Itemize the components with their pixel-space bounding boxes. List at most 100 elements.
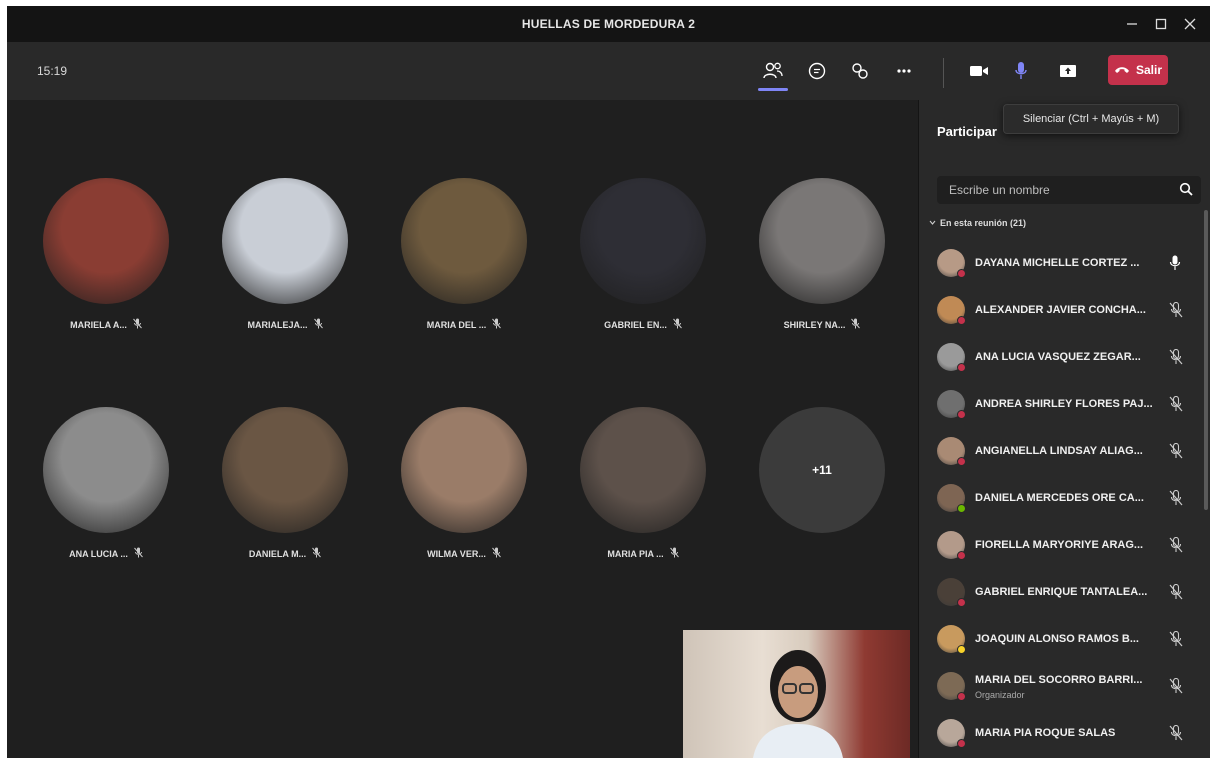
participant-row[interactable]: ANDREA SHIRLEY FLORES PAJ... [919,381,1210,428]
muted-mic-icon [491,547,501,560]
presence-status [957,551,966,560]
participant-avatar [580,178,706,304]
maximize-button[interactable] [1148,11,1174,37]
participant-name: GABRIEL ENRIQUE TANTALEA... [975,586,1148,598]
participant-row[interactable]: JOAQUIN ALONSO RAMOS B... [919,616,1210,663]
participant-row[interactable]: ANA LUCIA VASQUEZ ZEGAR... [919,334,1210,381]
participant-avatar [580,407,706,533]
muted-mic-icon[interactable] [1169,442,1183,464]
video-tile[interactable]: ANA LUCIA ... [41,407,171,560]
participant-name: ANGIANELLA LINDSAY ALIAG... [975,445,1143,457]
presence-status [957,363,966,372]
section-label: En esta reunión (21) [940,218,1027,228]
teams-meeting-window: HUELLAS DE MORDEDURA 2 15:19 Salir Silen… [7,6,1210,758]
participant-avatar [401,178,527,304]
presence-status [957,504,966,513]
participant-row[interactable]: GABRIEL ENRIQUE TANTALEA... [919,569,1210,616]
close-icon [1184,18,1196,30]
people-icon [763,62,783,79]
video-tile[interactable]: SHIRLEY NA... [757,178,887,331]
presence-status [957,598,966,607]
muted-mic-icon[interactable] [1169,348,1183,370]
search-icon[interactable] [1179,182,1193,196]
more-count: +11 [759,407,885,533]
participants-button[interactable] [756,54,790,91]
muted-mic-icon [133,318,142,331]
hang-up-icon [1114,67,1129,73]
chevron-down-icon [929,220,936,225]
leave-button[interactable]: Salir [1108,55,1168,85]
panel-scrollbar[interactable] [1204,210,1208,510]
muted-mic-icon[interactable] [1169,489,1183,511]
tile-label: ANA LUCIA ... [41,547,171,560]
muted-mic-icon[interactable] [1169,677,1183,699]
participant-avatar [759,178,885,304]
in-meeting-section-toggle[interactable]: En esta reunión (21) [929,218,1026,228]
search-input[interactable] [937,176,1167,204]
participant-avatar [43,407,169,533]
share-screen-icon [1060,65,1076,77]
self-video-preview[interactable] [683,630,910,758]
video-tile[interactable]: MARIA DEL ... [399,178,529,331]
muted-mic-icon[interactable] [1169,536,1183,558]
muted-mic-icon [313,318,323,331]
participant-row[interactable]: ANGIANELLA LINDSAY ALIAG... [919,428,1210,475]
muted-mic-icon[interactable] [1169,583,1183,605]
muted-mic-icon [134,547,143,560]
tile-label: SHIRLEY NA... [757,318,887,331]
panel-title: Participar [937,124,997,139]
participant-row[interactable]: MARIA PIA ROQUE SALAS [919,710,1210,757]
tile-label: MARIA PIA ... [578,547,708,560]
muted-mic-icon[interactable] [1169,724,1183,746]
participant-name: FIORELLA MARYORIYE ARAG... [975,539,1144,551]
tile-label: WILMA VER... [399,547,529,560]
mute-tooltip: Silenciar (Ctrl + Mayús + M) [1003,104,1179,134]
chat-icon [808,62,826,80]
presence-status [957,457,966,466]
video-tile[interactable]: DANIELA M... [220,407,350,560]
participant-avatar [401,407,527,533]
muted-mic-icon [669,547,679,560]
presence-status [957,410,966,419]
microphone-icon[interactable] [1169,255,1181,276]
more-actions-button[interactable] [887,54,921,88]
participant-role: Organizador [975,690,1025,700]
close-window-button[interactable] [1177,11,1203,37]
video-tile[interactable]: MARIELA A... [41,178,171,331]
participant-row[interactable]: ALEXANDER JAVIER CONCHA... [919,287,1210,334]
video-tile[interactable]: MARIA PIA ... [578,407,708,560]
muted-mic-icon [673,318,682,331]
video-tile[interactable]: WILMA VER... [399,407,529,560]
participant-row[interactable]: DAYANA MICHELLE CORTEZ ... [919,240,1210,287]
tile-name: GABRIEL EN... [604,319,667,330]
participant-name: ALEXANDER JAVIER CONCHA... [975,304,1146,316]
participant-row[interactable]: FIORELLA MARYORIYE ARAG... [919,522,1210,569]
camera-icon [970,66,988,76]
reactions-button[interactable] [843,54,877,88]
participant-name: ANA LUCIA VASQUEZ ZEGAR... [975,351,1141,363]
participant-list: DAYANA MICHELLE CORTEZ ... ALEXANDER JAVI… [919,240,1210,757]
muted-mic-icon[interactable] [1169,395,1183,417]
muted-mic-icon[interactable] [1169,301,1183,323]
video-tile[interactable]: MARIALEJA... [220,178,350,331]
participant-row[interactable]: MARIA DEL SOCORRO BARRI... Organizador [919,663,1210,710]
tile-name: MARIELA A... [70,319,127,330]
muted-mic-icon[interactable] [1169,630,1183,652]
tile-label: MARIALEJA... [220,318,350,331]
maximize-icon [1155,18,1167,30]
video-tile[interactable]: GABRIEL EN... [578,178,708,331]
participant-row[interactable]: DANIELA MERCEDES ORE CA... [919,475,1210,522]
participants-panel: Participar En esta reunión (21) DAYANA M… [918,100,1210,758]
meeting-clock: 15:19 [37,64,68,78]
camera-button[interactable] [962,54,996,88]
presence-status [957,645,966,654]
tile-name: WILMA VER... [427,548,486,559]
minimize-button[interactable] [1119,11,1145,37]
chat-button[interactable] [800,54,834,88]
tile-label: GABRIEL EN... [578,318,708,331]
mute-button[interactable] [1004,54,1038,88]
more-participants-tile[interactable]: +11 [757,407,887,533]
participant-name: MARIA PIA ROQUE SALAS [975,727,1116,739]
share-screen-button[interactable] [1051,54,1085,88]
toolbar-divider [943,58,944,88]
